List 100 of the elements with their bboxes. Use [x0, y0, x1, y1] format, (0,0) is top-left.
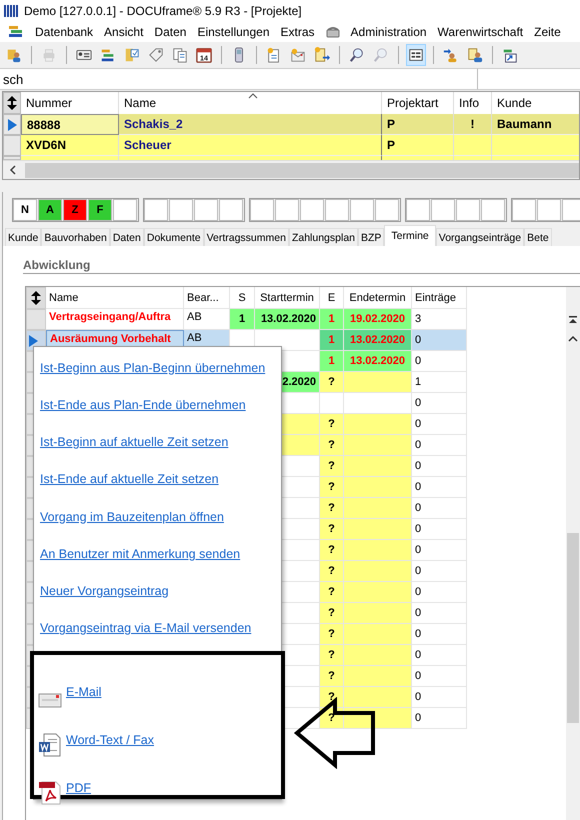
table-cell: 1 — [320, 351, 344, 372]
table-cell: 0 — [412, 603, 467, 624]
table-cell: 0 — [412, 351, 467, 372]
table-cell: 0 — [412, 435, 467, 456]
table-cell: ? — [320, 666, 344, 687]
tab[interactable]: BZP — [358, 228, 384, 246]
table-cell: 0 — [412, 414, 467, 435]
table-cell: ? — [320, 582, 344, 603]
menu-link[interactable]: Ist-Beginn auf aktuelle Zeit setzen — [40, 424, 228, 461]
menu-item[interactable]: Zeite — [534, 25, 561, 39]
menu-link[interactable]: PDF — [66, 781, 91, 805]
table-cell: 1 — [320, 330, 344, 351]
tab[interactable]: Vertragssummen — [204, 228, 289, 246]
column-header[interactable]: Einträge — [412, 287, 467, 309]
menu-link[interactable]: Ist-Ende aus Plan-Ende übernehmen — [40, 386, 246, 424]
table-cell: 0 — [412, 330, 467, 351]
app-icon — [4, 4, 18, 18]
envelope-icon — [38, 693, 62, 709]
table-cell: 0 — [412, 561, 467, 582]
table-cell: 0 — [412, 687, 467, 708]
form-icon — [408, 46, 424, 64]
tab[interactable]: Dokumente — [144, 228, 204, 246]
table-cell: ? — [320, 645, 344, 666]
sort-icon[interactable] — [30, 291, 42, 305]
table-cell: 0 — [412, 456, 467, 477]
tab[interactable]: Bete — [524, 228, 552, 246]
sort-icon[interactable] — [6, 96, 18, 110]
new-document-icon — [266, 46, 282, 64]
new-envelope-icon — [290, 46, 306, 64]
tab[interactable]: Daten — [110, 228, 144, 246]
horizontal-scrollbar[interactable] — [3, 160, 579, 179]
menu-item[interactable]: Ansicht — [104, 25, 144, 39]
toolbar-button[interactable] — [406, 44, 426, 66]
table-cell: ? — [320, 477, 344, 498]
scroll-top-icon[interactable] — [568, 315, 578, 325]
table-cell: 13.02.2020 — [344, 351, 412, 372]
telephone-icon — [326, 26, 340, 38]
menu-item[interactable]: Daten — [154, 25, 186, 39]
tab[interactable]: Termine — [384, 225, 436, 246]
tab[interactable]: Kunde — [5, 228, 42, 246]
vertical-scrollbar[interactable] — [566, 287, 580, 820]
tab[interactable]: Bauvorhaben — [41, 228, 110, 246]
table-cell: ? — [320, 456, 344, 477]
menu-link[interactable]: Neuer Vorgangseintrag — [40, 572, 169, 610]
printer-icon — [41, 46, 57, 64]
column-header[interactable]: E — [320, 287, 344, 309]
stacked-bars-icon[interactable] — [8, 25, 24, 39]
scroll-up-icon[interactable] — [568, 335, 578, 343]
table-cell: 1 — [320, 309, 344, 330]
status-box: F — [88, 199, 112, 221]
menu-link[interactable]: An Benutzer mit Anmerkung senden — [40, 535, 240, 572]
menu-item[interactable]: Datenbank — [35, 25, 94, 39]
row-header[interactable] — [3, 114, 21, 135]
table-cell: ? — [320, 414, 344, 435]
status-box: A — [38, 199, 62, 221]
table-cell: 88888 — [21, 114, 119, 135]
table-cell: 1 — [230, 309, 255, 330]
table-cell: ? — [320, 519, 344, 540]
search-field[interactable]: sch — [0, 68, 478, 90]
table-cell: 0 — [412, 645, 467, 666]
menu-link[interactable]: Ist-Ende auf aktuelle Zeit setzen — [40, 460, 219, 498]
status-box: Z — [63, 199, 87, 221]
table-cell: 0 — [412, 393, 467, 414]
menu-link[interactable]: E-Mail — [66, 685, 102, 709]
people-arrow-icon — [443, 46, 459, 64]
scroll-left-icon[interactable] — [9, 165, 17, 175]
table-cell: ? — [320, 372, 344, 393]
tab[interactable]: Vorgangseinträge — [436, 228, 524, 246]
people-document-icon — [467, 46, 483, 64]
menu-item[interactable]: Extras — [280, 25, 315, 39]
column-header[interactable]: S — [230, 287, 255, 309]
window-title: Demo [127.0.0.1] - DOCUframe® 5.9 R3 - [Projekte] — [24, 4, 302, 18]
table-cell: ? — [320, 498, 344, 519]
column-header[interactable]: Endetermin — [344, 287, 412, 309]
tag-icon — [148, 46, 164, 64]
status-box: N — [13, 199, 37, 221]
table-cell: ? — [320, 540, 344, 561]
table-cell: ? — [320, 435, 344, 456]
column-header[interactable]: Bear... — [184, 287, 230, 309]
menu-item[interactable]: Einstellungen — [197, 25, 270, 39]
table-cell: ? — [320, 561, 344, 582]
column-header[interactable]: Kunde — [492, 92, 579, 114]
column-header[interactable]: Name — [46, 287, 184, 309]
menu-link[interactable]: Vorgangseintrag via E-Mail versenden — [40, 610, 252, 647]
word-document-icon — [38, 733, 62, 757]
menu-item[interactable]: Warenwirtschaft — [438, 25, 524, 39]
menu-link[interactable]: Word-Text / Fax — [66, 733, 154, 757]
column-header[interactable]: Starttermin — [255, 287, 320, 309]
current-row-icon — [28, 334, 38, 346]
tab[interactable]: Zahlungsplan — [288, 228, 358, 246]
table-cell: 0 — [412, 519, 467, 540]
current-row-icon — [7, 118, 17, 130]
text-field[interactable] — [478, 68, 580, 90]
table-cell: 0 — [412, 540, 467, 561]
table-cell: 1 — [412, 372, 467, 393]
menu-link[interactable]: Vorgang im Bauzeitenplan öffnen — [40, 498, 224, 536]
menu-item[interactable]: Administration — [350, 25, 427, 39]
sort-caret-icon — [248, 93, 258, 99]
document-arrow-icon — [314, 46, 330, 64]
section-title: Abwicklung — [23, 258, 90, 272]
